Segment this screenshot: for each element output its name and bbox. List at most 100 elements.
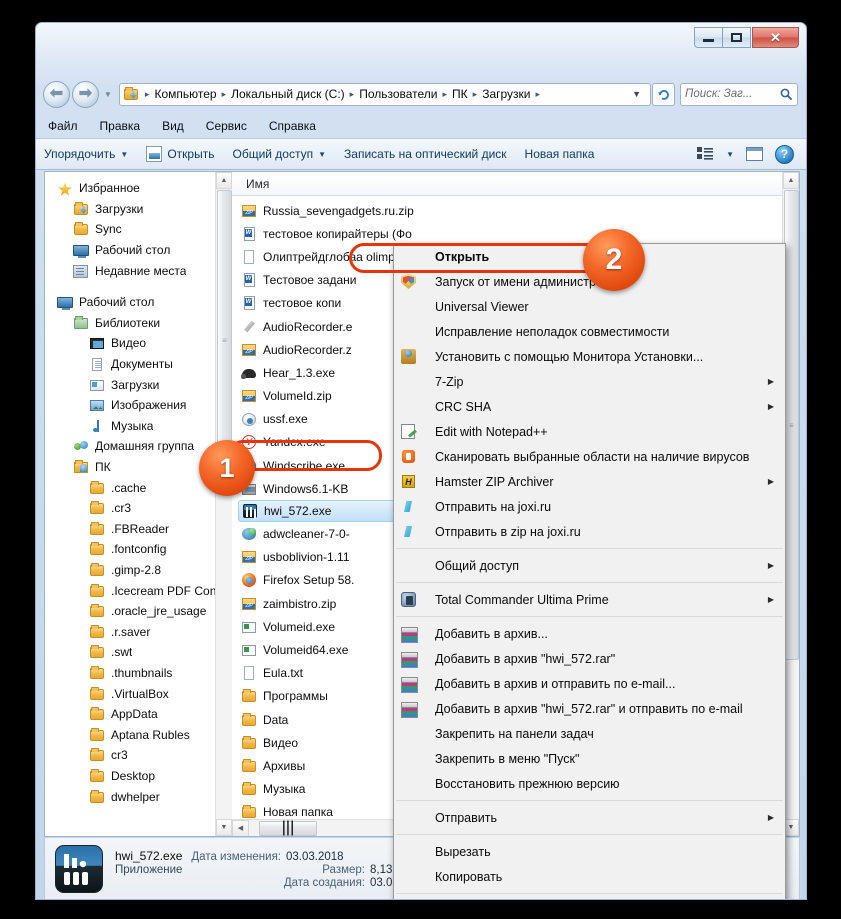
help-button[interactable]: ?: [775, 144, 794, 164]
context-menu-item-label: Сканировать выбранные области на наличие…: [435, 449, 750, 464]
address-dropdown-icon[interactable]: ▼: [622, 89, 648, 99]
breadcrumb-downloads[interactable]: Загрузки: [481, 87, 531, 101]
sidebar-item-16[interactable]: .r.saver: [51, 621, 215, 642]
sidebar-item-20[interactable]: AppData: [51, 704, 215, 725]
context-menu-item[interactable]: Вырезать: [394, 839, 785, 864]
sidebar-item-6[interactable]: Музыка: [51, 416, 215, 437]
context-menu-item[interactable]: Общий доступ ▶: [394, 553, 785, 578]
context-menu-item[interactable]: Создать ярлык: [394, 898, 785, 899]
scroll-up-button[interactable]: ▲: [783, 172, 799, 189]
context-menu-item[interactable]: Закрепить в меню "Пуск": [394, 746, 785, 771]
context-menu-item[interactable]: Установить с помощью Монитора Установки.…: [394, 344, 785, 369]
sidebar-item-23[interactable]: Desktop: [51, 766, 215, 787]
sidebar-item-3[interactable]: Рабочий стол: [51, 240, 215, 261]
navigation-pane[interactable]: Избранное Загрузки Sync Рабочий стол Недавни…: [45, 172, 215, 836]
search-input[interactable]: Поиск: Заг...: [680, 82, 798, 106]
sidebar-item-21[interactable]: Aptana Rubles: [51, 724, 215, 745]
context-menu-item[interactable]: Отправить на joxi.ru: [394, 494, 785, 519]
context-menu-item[interactable]: Добавить в архив и отправить по e-mail..…: [394, 671, 785, 696]
scroll-left-button[interactable]: ◀: [232, 819, 249, 836]
context-menu-item[interactable]: Закрепить на панели задач: [394, 721, 785, 746]
forward-button[interactable]: ➡: [72, 80, 99, 108]
share-button[interactable]: Общий доступ ▼: [232, 147, 326, 161]
forward-arrow-icon: ➡: [78, 85, 93, 102]
context-menu-item[interactable]: Отправить ▶: [394, 805, 785, 830]
context-menu-item[interactable]: Отправить в zip на joxi.ru: [394, 519, 785, 544]
sidebar-item-15[interactable]: .oracle_jre_usage: [51, 601, 215, 622]
sidebar-item-9[interactable]: .cache: [51, 477, 215, 498]
sidebar-item-4[interactable]: Загрузки: [51, 374, 215, 395]
file-row[interactable]: Russia_sevengadgets.ru.zip: [232, 199, 782, 222]
sidebar-item-11[interactable]: .FBReader: [51, 519, 215, 540]
sidebar-item-10[interactable]: .cr3: [51, 498, 215, 519]
context-menu-item[interactable]: Добавить в архив...: [394, 621, 785, 646]
back-button[interactable]: ⬅: [43, 80, 70, 108]
maximize-button[interactable]: [722, 27, 751, 48]
preview-pane-button[interactable]: [746, 147, 763, 161]
chevron-down-icon[interactable]: ▼: [726, 150, 734, 159]
context-menu-item[interactable]: Universal Viewer: [394, 294, 785, 319]
breadcrumb-users[interactable]: Пользователи: [358, 87, 438, 101]
breadcrumb-computer[interactable]: Компьютер: [153, 87, 217, 101]
column-header-name[interactable]: Имя: [232, 172, 782, 196]
sidebar-item-5[interactable]: Изображения: [51, 395, 215, 416]
sidebar-item-3[interactable]: Документы: [51, 354, 215, 375]
menu-help[interactable]: Справка: [269, 119, 316, 133]
scroll-down-button[interactable]: ▼: [216, 819, 232, 836]
sidebar-item-1[interactable]: Библиотеки: [51, 313, 215, 334]
context-menu-item[interactable]: Восстановить прежнюю версию: [394, 771, 785, 796]
menu-tools[interactable]: Сервис: [206, 119, 247, 133]
context-menu-item-label: Отправить в zip на joxi.ru: [435, 524, 581, 539]
context-menu-item[interactable]: Добавить в архив "hwi_572.rar" и отправи…: [394, 696, 785, 721]
sidebar-item-17[interactable]: .swt: [51, 642, 215, 663]
context-menu-item[interactable]: CRC SHA ▶: [394, 394, 785, 419]
context-menu-item[interactable]: Исправление неполадок совместимости: [394, 319, 785, 344]
sidebar-item-7[interactable]: Домашняя группа: [51, 436, 215, 457]
sidebar-item-14[interactable]: .Icecream PDF Conver: [51, 580, 215, 601]
sidebar-item-2[interactable]: Видео: [51, 333, 215, 354]
sidebar-item-13[interactable]: .gimp-2.8: [51, 560, 215, 581]
sidebar-item-8[interactable]: ПК: [51, 457, 215, 478]
scrollbar-thumb[interactable]: ≡: [784, 190, 799, 660]
context-menu-item[interactable]: Edit with Notepad++: [394, 419, 785, 444]
sidebar-item-19[interactable]: .VirtualBox: [51, 683, 215, 704]
address-bar[interactable]: ▸ Компьютер ▸ Локальный диск (C:) ▸ Поль…: [118, 82, 651, 106]
context-menu-item[interactable]: Total Commander Ultima Prime ▶: [394, 587, 785, 612]
organize-button[interactable]: Упорядочить ▼: [44, 147, 128, 161]
new-folder-button[interactable]: Новая папка: [525, 147, 595, 161]
close-button[interactable]: ✕: [752, 27, 799, 48]
context-menu-item[interactable]: Добавить в архив "hwi_572.rar": [394, 646, 785, 671]
sidebar-item-1[interactable]: Загрузки: [51, 199, 215, 220]
file-row[interactable]: тестовое копирайтеры (Фо: [232, 222, 782, 245]
sidebar-item-24[interactable]: dwhelper: [51, 786, 215, 807]
menu-view[interactable]: Вид: [162, 119, 184, 133]
sidebar-item-22[interactable]: cr3: [51, 745, 215, 766]
hscrollbar-thumb[interactable]: |||: [259, 819, 317, 836]
sidebar-item-2[interactable]: Sync: [51, 219, 215, 240]
sidebar-item-4[interactable]: Недавние места: [51, 260, 215, 281]
nav-pane-scrollbar[interactable]: ▲ ≡ ▼: [215, 172, 232, 836]
breadcrumb-local-disk[interactable]: Локальный диск (C:): [230, 87, 346, 101]
open-button[interactable]: Открыть: [146, 146, 214, 162]
menu-file[interactable]: Файл: [48, 119, 78, 133]
change-view-icon[interactable]: [697, 147, 714, 161]
context-menu-item[interactable]: 7-Zip ▶: [394, 369, 785, 394]
burn-button[interactable]: Записать на оптический диск: [344, 147, 507, 161]
scroll-up-button[interactable]: ▲: [216, 172, 232, 189]
sidebar-item-12[interactable]: .fontconfig: [51, 539, 215, 560]
context-menu-item[interactable]: Копировать: [394, 864, 785, 889]
breadcrumb-pk[interactable]: ПК: [451, 87, 469, 101]
context-menu-item-label: Добавить в архив "hwi_572.rar": [435, 651, 616, 666]
sidebar-item-18[interactable]: .thumbnails: [51, 663, 215, 684]
menu-edit[interactable]: Правка: [100, 119, 141, 133]
sidebar-item-0[interactable]: Избранное: [51, 178, 215, 199]
sidebar-item-0[interactable]: Рабочий стол: [51, 292, 215, 313]
context-menu[interactable]: Открыть Запуск от имени администратора Uni…: [393, 243, 786, 899]
context-menu-item[interactable]: Сканировать выбранные области на наличие…: [394, 444, 785, 469]
minimize-button[interactable]: [694, 27, 723, 48]
context-menu-item[interactable]: H Hamster ZIP Archiver ▶: [394, 469, 785, 494]
antivirus-scan-icon: [400, 448, 417, 465]
file-name-label: Музыка: [263, 782, 306, 797]
refresh-button[interactable]: [652, 82, 675, 106]
recent-locations-dropdown[interactable]: ▼: [104, 90, 112, 99]
